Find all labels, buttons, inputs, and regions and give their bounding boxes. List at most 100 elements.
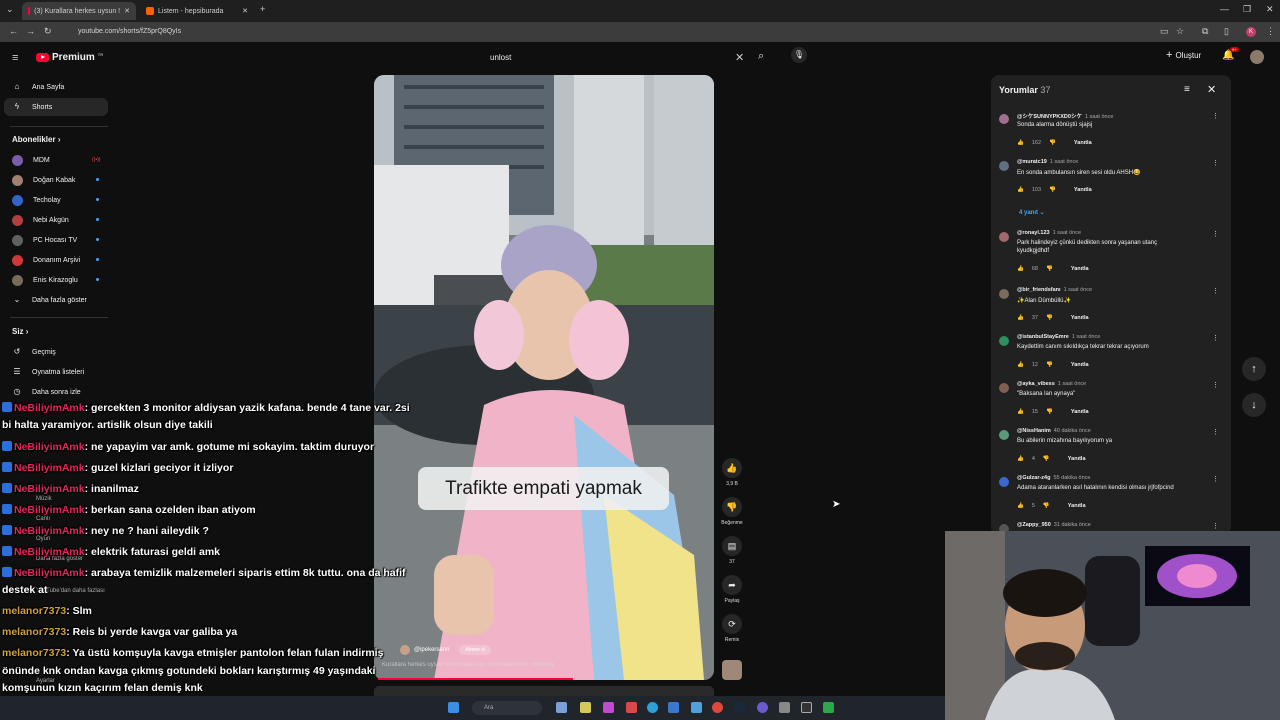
settings-icon[interactable]: [779, 702, 790, 713]
more-vert-icon[interactable]: ⋮: [1212, 112, 1219, 120]
cast-icon[interactable]: ▭: [1160, 26, 1169, 37]
next-short-button[interactable]: ↓: [1242, 393, 1266, 417]
video-title[interactable]: Kurallara herkes uysun lütfen başka bir …: [382, 662, 554, 668]
remix-button[interactable]: ⟳ Remix: [721, 614, 743, 643]
share-button[interactable]: ➦ Paylaş: [721, 575, 743, 604]
maximize-icon[interactable]: ❐: [1243, 4, 1251, 15]
minimize-icon[interactable]: —: [1220, 4, 1229, 14]
sidebar-item-playlists[interactable]: ☰ Oynatma listeleri: [0, 363, 108, 381]
sound-thumbnail[interactable]: [722, 660, 742, 680]
previous-short-button[interactable]: ↑: [1242, 357, 1266, 381]
comment-user[interactable]: @ronayl.123 1 saat önce: [1017, 230, 1081, 236]
video-progress-bar[interactable]: [378, 678, 573, 680]
tab-hepsiburada[interactable]: Listem - hepsiburada ✕: [140, 2, 254, 20]
subscribe-button[interactable]: Abone ol: [459, 645, 492, 655]
comment-user[interactable]: @muratc19 1 saat önce: [1017, 159, 1078, 165]
menu-dots-icon[interactable]: ⋮: [1266, 26, 1275, 37]
thumbs-up-icon[interactable]: 👍: [1017, 266, 1024, 272]
clear-search-icon[interactable]: ✕: [735, 51, 744, 64]
account-avatar[interactable]: [1250, 50, 1264, 64]
reply-button[interactable]: Yanıtla: [1068, 503, 1086, 509]
thumbs-down-icon[interactable]: 👎: [1046, 409, 1053, 415]
comment-user[interactable]: @NissHanim 40 dakika önce: [1017, 428, 1091, 434]
thumbs-up-icon[interactable]: 👍: [1017, 140, 1024, 146]
comment-user[interactable]: @istanbulStayEmre 1 saat önce: [1017, 334, 1100, 340]
thumbs-up-icon[interactable]: 👍: [1017, 456, 1024, 462]
thumbs-up-icon[interactable]: 👍: [1017, 362, 1024, 368]
obs-icon[interactable]: [801, 702, 812, 713]
thumbs-down-icon[interactable]: 👎: [1049, 140, 1056, 146]
like-button[interactable]: 👍 3,9 B: [721, 458, 743, 487]
back-icon[interactable]: ←: [9, 26, 18, 36]
more-vert-icon[interactable]: ⋮: [1212, 230, 1219, 238]
thumbs-down-icon[interactable]: 👎: [1049, 187, 1056, 193]
sort-icon[interactable]: ≡: [1184, 84, 1190, 95]
more-vert-icon[interactable]: ⋮: [1212, 522, 1219, 530]
sidebar-item-history[interactable]: ↺ Geçmiş: [0, 343, 108, 361]
more-vert-icon[interactable]: ⋮: [1212, 334, 1219, 342]
close-icon[interactable]: ✕: [124, 7, 130, 15]
reply-button[interactable]: Yanıtla: [1074, 140, 1092, 146]
tab-search-icon[interactable]: ⌄: [6, 4, 14, 15]
file-explorer-icon[interactable]: [580, 702, 591, 713]
bookmark-star-icon[interactable]: ☆: [1176, 26, 1184, 37]
view-replies-button[interactable]: 4 yanıt ⌄: [1019, 209, 1045, 216]
reply-button[interactable]: Yanıtla: [1071, 266, 1089, 272]
taskbar-search-input[interactable]: Ara: [472, 701, 542, 715]
reload-icon[interactable]: ↻: [44, 26, 52, 37]
discord-icon[interactable]: [757, 702, 768, 713]
thumbs-down-icon[interactable]: 👎: [1046, 266, 1053, 272]
forward-icon[interactable]: →: [26, 26, 35, 36]
thumbs-up-icon[interactable]: 👍: [1017, 503, 1024, 509]
commenter-avatar[interactable]: [999, 336, 1009, 346]
more-vert-icon[interactable]: ⋮: [1212, 428, 1219, 436]
thumbs-down-icon[interactable]: 👎: [1043, 456, 1050, 462]
thumbs-down-icon[interactable]: 👎: [1046, 362, 1053, 368]
commenter-avatar[interactable]: [999, 477, 1009, 487]
reply-button[interactable]: Yanıtla: [1071, 315, 1089, 321]
app-icon[interactable]: [626, 702, 637, 713]
thumbs-down-icon[interactable]: 👎: [1046, 315, 1053, 321]
sidebar-item-enis-kirazoglu[interactable]: Enis Kirazoglu: [0, 271, 108, 289]
hamburger-menu-icon[interactable]: ≡: [12, 52, 18, 64]
extensions-icon[interactable]: ⧉: [1202, 26, 1208, 37]
store-icon[interactable]: [603, 702, 614, 713]
commenter-avatar[interactable]: [999, 430, 1009, 440]
comment-user[interactable]: @Gulzar-z4g 55 dakika önce: [1017, 475, 1090, 481]
thumbs-up-icon[interactable]: 👍: [1017, 409, 1024, 415]
sidebar-item-live[interactable]: Canlı: [36, 516, 50, 522]
profile-avatar[interactable]: K: [1246, 27, 1256, 37]
steam-icon[interactable]: [734, 702, 745, 713]
sidebar-icon[interactable]: ▯: [1224, 26, 1229, 37]
sidebar-item-watch-later[interactable]: ◷ Daha sonra izle: [0, 383, 108, 401]
commenter-avatar[interactable]: [999, 383, 1009, 393]
shorts-video-player[interactable]: [374, 75, 714, 680]
reply-button[interactable]: Yanıtla: [1071, 362, 1089, 368]
comment-user[interactable]: @Zappy_950 31 dakika önce: [1017, 522, 1091, 528]
chrome-icon[interactable]: [712, 702, 723, 713]
sidebar-item-techolay[interactable]: Techolay: [0, 191, 108, 209]
app-icon[interactable]: [823, 702, 834, 713]
commenter-avatar[interactable]: [999, 161, 1009, 171]
thumbs-down-icon[interactable]: 👎: [1043, 503, 1050, 509]
sidebar-item-nebi-akgun[interactable]: Nebi Akgün: [0, 211, 108, 229]
comment-user[interactable]: @ayka_vibess 1 saat önce: [1017, 381, 1086, 387]
dislike-button[interactable]: 👎 Beğenme: [721, 497, 743, 526]
app-icon[interactable]: [691, 702, 702, 713]
url-field[interactable]: youtube.com/shorts/fZ5prQ8QyIs: [66, 25, 1146, 39]
microphone-icon[interactable]: 🎙: [791, 47, 807, 63]
youtube-logo[interactable]: Premium TR: [36, 52, 103, 63]
commenter-avatar[interactable]: [999, 114, 1009, 124]
sidebar-item-music[interactable]: Müzik: [36, 496, 52, 502]
thumbs-up-icon[interactable]: 👍: [1017, 187, 1024, 193]
task-view-icon[interactable]: [556, 702, 567, 713]
close-icon[interactable]: ✕: [1207, 83, 1216, 96]
comments-button[interactable]: ▤ 37: [721, 536, 743, 565]
thumbs-up-icon[interactable]: 👍: [1017, 315, 1024, 321]
more-vert-icon[interactable]: ⋮: [1212, 475, 1219, 483]
tab-youtube[interactable]: (3) Kurallara herkes uysun ! ✕: [22, 2, 136, 20]
sidebar-item-dogan-kabak[interactable]: Doğan Kabak: [0, 171, 108, 189]
more-vert-icon[interactable]: ⋮: [1212, 287, 1219, 295]
sidebar-item-donanim-arsivi[interactable]: Donanım Arşivi: [0, 251, 108, 269]
subscriptions-header[interactable]: Abonelikler ›: [12, 135, 60, 144]
